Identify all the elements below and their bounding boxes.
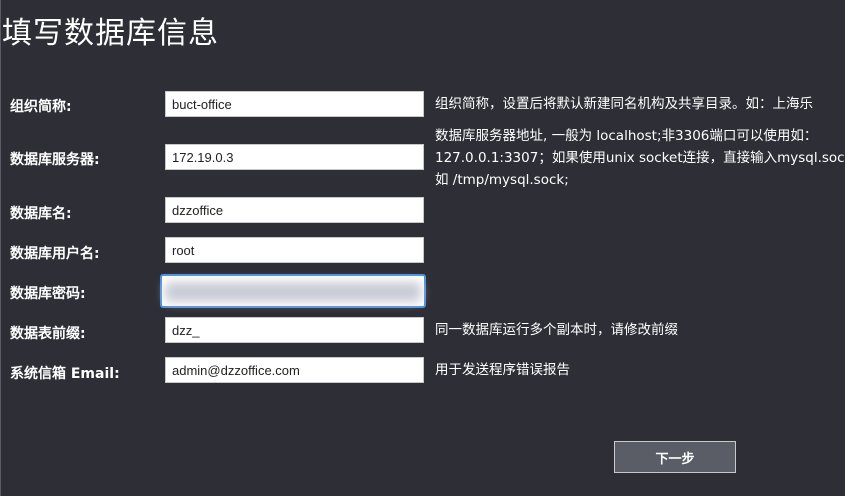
org-name-input[interactable] — [165, 91, 424, 117]
db-user-label: 数据库用户名: — [10, 246, 100, 262]
db-name-input[interactable] — [165, 197, 424, 223]
admin-email-input[interactable] — [165, 357, 424, 383]
table-prefix-input[interactable] — [165, 317, 424, 343]
db-server-hint-line-1: 数据库服务器地址, 一般为 localhost;非3306端口可以使用如： — [435, 128, 818, 144]
install-db-page: 填写数据库信息 组织简称: 组织简称，设置后将默认新建同名机构及共享目录。如：上… — [0, 0, 845, 496]
org-name-hint: 组织简称，设置后将默认新建同名机构及共享目录。如：上海乐 — [435, 96, 813, 112]
db-name-label: 数据库名: — [10, 206, 72, 222]
admin-email-hint: 用于发送程序错误报告 — [435, 362, 570, 378]
admin-email-label: 系统信箱 Email: — [10, 366, 120, 382]
db-user-input[interactable] — [165, 237, 424, 263]
db-password-label: 数据库密码: — [10, 286, 86, 302]
db-server-label: 数据库服务器: — [10, 152, 100, 168]
db-server-hint-line-2: 127.0.0.1:3307；如果使用unix socket连接，直接输入mys… — [435, 150, 845, 166]
org-name-label: 组织简称: — [10, 99, 72, 115]
db-password-input[interactable] — [160, 274, 426, 308]
table-prefix-label: 数据表前缀: — [10, 326, 86, 342]
db-server-hint-line-3: 如 /tmp/mysql.sock; — [435, 172, 569, 188]
next-step-button[interactable]: 下一步 — [614, 441, 736, 473]
db-server-input[interactable] — [165, 144, 424, 170]
page-title: 填写数据库信息 — [2, 16, 219, 51]
table-prefix-hint: 同一数据库运行多个副本时，请修改前缀 — [435, 322, 678, 338]
